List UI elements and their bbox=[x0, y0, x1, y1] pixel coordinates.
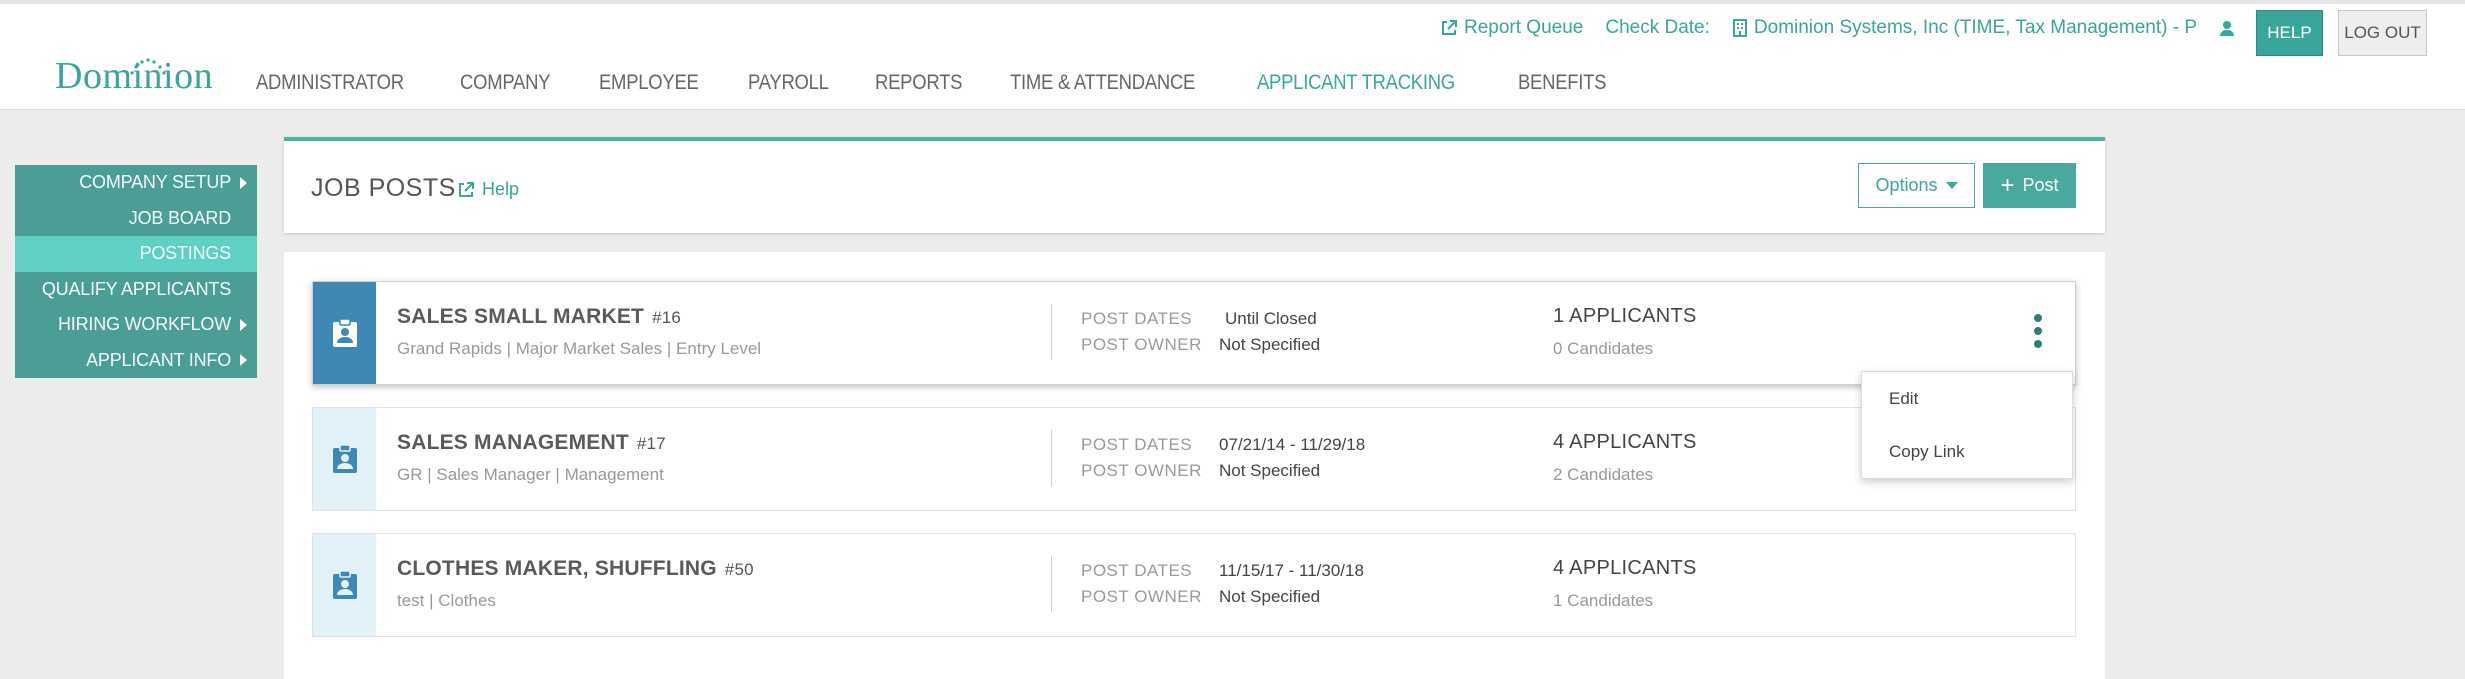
job-context-menu: Edit Copy Link bbox=[1861, 371, 2073, 479]
job-number: #16 bbox=[652, 308, 682, 327]
card-icon-area bbox=[313, 534, 376, 636]
job-meta: test | Clothes bbox=[397, 591, 496, 610]
post-owner-label: POST OWNER bbox=[1081, 461, 1202, 480]
candidates-count: 0 Candidates bbox=[1553, 339, 1654, 358]
job-meta: GR | Sales Manager | Management bbox=[397, 465, 664, 484]
job-title-text: SALES MANAGEMENT bbox=[397, 431, 629, 454]
job-title-text: SALES SMALL MARKET bbox=[397, 305, 645, 328]
divider bbox=[1051, 304, 1052, 360]
clipboard-user-icon bbox=[332, 444, 357, 473]
add-post-button[interactable]: + Post bbox=[1983, 163, 2076, 208]
post-owner-label: POST OWNER bbox=[1081, 587, 1202, 606]
post-owner-value: Not Specified bbox=[1219, 461, 1321, 480]
job-card[interactable]: SALES SMALL MARKET #16 Grand Rapids | Maj… bbox=[312, 281, 2076, 385]
caret-right-icon bbox=[240, 354, 247, 367]
post-dates-label: POST DATES bbox=[1081, 435, 1193, 454]
job-title[interactable]: CLOTHES MAKER, SHUFFLING #50 bbox=[397, 557, 754, 581]
user-menu[interactable] bbox=[2219, 20, 2241, 36]
panel-help-link[interactable]: Help bbox=[457, 179, 519, 200]
logo-dots-icon bbox=[130, 58, 166, 75]
nav-benefits[interactable]: BENEFITS bbox=[1518, 71, 1607, 95]
job-card[interactable]: CLOTHES MAKER, SHUFFLING #50 test | Cloth… bbox=[312, 533, 2076, 637]
app-header: Dominion ADMINISTRATOR COMPANY EMPLOYEE … bbox=[0, 0, 2465, 110]
caret-right-icon bbox=[240, 176, 247, 189]
applicants-count[interactable]: 1 APPLICANTS bbox=[1553, 305, 1697, 328]
nav-time-attendance[interactable]: TIME & ATTENDANCE bbox=[1010, 71, 1195, 95]
panel-help-label: Help bbox=[482, 179, 520, 199]
sidebar-item-label: HIRING WORKFLOW bbox=[58, 314, 231, 335]
more-options-icon[interactable] bbox=[2034, 314, 2044, 354]
sidebar-item-qualify-applicants[interactable]: QUALIFY APPLICANTS bbox=[15, 271, 257, 307]
sidebar-item-company-setup[interactable]: COMPANY SETUP bbox=[15, 165, 257, 201]
applicants-count[interactable]: 4 APPLICANTS bbox=[1553, 431, 1697, 454]
post-owner-value: Not Specified bbox=[1219, 587, 1321, 606]
card-icon-area bbox=[313, 282, 376, 384]
applicants-count[interactable]: 4 APPLICANTS bbox=[1553, 557, 1697, 580]
logout-button[interactable]: LOG OUT bbox=[2338, 10, 2427, 56]
nav-administrator[interactable]: ADMINISTRATOR bbox=[256, 71, 404, 95]
nav-applicant-tracking[interactable]: APPLICANT TRACKING bbox=[1257, 71, 1455, 95]
sidebar-item-label: JOB BOARD bbox=[128, 207, 231, 228]
card-icon-area bbox=[313, 408, 376, 510]
job-title-text: CLOTHES MAKER, SHUFFLING bbox=[397, 557, 717, 580]
post-dates-value: 11/15/17 - 11/30/18 bbox=[1219, 561, 1364, 580]
divider bbox=[1051, 556, 1052, 612]
external-link-icon bbox=[459, 181, 474, 197]
nav-employee[interactable]: EMPLOYEE bbox=[599, 71, 699, 95]
caret-down-icon bbox=[1945, 182, 1958, 189]
clipboard-user-icon bbox=[332, 570, 357, 599]
job-number: #17 bbox=[636, 434, 666, 453]
check-date-label: Check Date: bbox=[1605, 17, 1710, 38]
sidebar-item-label: APPLICANT INFO bbox=[86, 349, 231, 370]
options-button[interactable]: Options bbox=[1858, 163, 1975, 208]
post-owner-value: Not Specified bbox=[1219, 335, 1321, 354]
building-icon bbox=[1732, 19, 1747, 37]
sidebar-item-applicant-info[interactable]: APPLICANT INFO bbox=[15, 342, 257, 378]
clipboard-user-icon bbox=[332, 318, 357, 347]
sidebar-item-label: POSTINGS bbox=[139, 243, 232, 264]
candidates-count: 2 Candidates bbox=[1553, 465, 1654, 484]
sidebar-item-label: COMPANY SETUP bbox=[79, 172, 231, 193]
post-owner-label: POST OWNER bbox=[1081, 335, 1202, 354]
company-selector[interactable]: Dominion Systems, Inc (TIME, Tax Managem… bbox=[1732, 17, 2197, 39]
job-posts-header: JOB POSTS Help Options + Post bbox=[284, 137, 2105, 233]
post-dates-value: Until Closed bbox=[1225, 309, 1317, 328]
sidebar-item-postings[interactable]: POSTINGS bbox=[15, 236, 257, 272]
report-queue-link[interactable]: Report Queue bbox=[1440, 17, 1583, 39]
check-date[interactable]: Check Date: bbox=[1605, 17, 1710, 39]
job-meta: Grand Rapids | Major Market Sales | Entr… bbox=[397, 339, 762, 358]
post-dates-value: 07/21/14 - 11/29/18 bbox=[1219, 435, 1366, 454]
job-posts-list: SALES SMALL MARKET #16 Grand Rapids | Maj… bbox=[284, 252, 2105, 679]
sidebar-item-label: QUALIFY APPLICANTS bbox=[41, 278, 231, 299]
sidebar: COMPANY SETUP JOB BOARD POSTINGS QUALIFY… bbox=[15, 165, 257, 378]
divider bbox=[1051, 430, 1052, 486]
post-dates-label: POST DATES bbox=[1081, 561, 1193, 580]
caret-right-icon bbox=[240, 318, 247, 331]
job-title[interactable]: SALES SMALL MARKET #16 bbox=[397, 305, 681, 329]
user-icon bbox=[2220, 21, 2235, 36]
edit-menu-item[interactable]: Edit bbox=[1862, 372, 2072, 425]
plus-icon: + bbox=[2000, 171, 2015, 199]
sidebar-item-job-board[interactable]: JOB BOARD bbox=[15, 200, 257, 236]
job-title[interactable]: SALES MANAGEMENT #17 bbox=[397, 431, 666, 455]
copy-link-menu-item[interactable]: Copy Link bbox=[1862, 425, 2072, 478]
top-utility-bar: Report Queue Check Date: Dominion System… bbox=[1440, 16, 2263, 40]
company-name: Dominion Systems, Inc (TIME, Tax Managem… bbox=[1753, 17, 2198, 38]
nav-payroll[interactable]: PAYROLL bbox=[748, 71, 829, 95]
candidates-count: 1 Candidates bbox=[1553, 591, 1654, 610]
help-button[interactable]: HELP bbox=[2256, 10, 2323, 56]
page-title: JOB POSTS bbox=[311, 174, 456, 202]
post-dates-label: POST DATES bbox=[1081, 309, 1193, 328]
nav-company[interactable]: COMPANY bbox=[460, 71, 550, 95]
options-label: Options bbox=[1875, 175, 1938, 195]
nav-reports[interactable]: REPORTS bbox=[875, 71, 962, 95]
job-number: #50 bbox=[724, 560, 754, 579]
job-card[interactable]: SALES MANAGEMENT #17 GR | Sales Manager |… bbox=[312, 407, 2076, 511]
external-link-icon bbox=[1442, 20, 1457, 35]
main-nav: ADMINISTRATOR COMPANY EMPLOYEE PAYROLL R… bbox=[256, 71, 1654, 95]
sidebar-item-hiring-workflow[interactable]: HIRING WORKFLOW bbox=[15, 307, 257, 343]
post-label: Post bbox=[2022, 175, 2059, 195]
report-queue-label: Report Queue bbox=[1464, 17, 1584, 38]
